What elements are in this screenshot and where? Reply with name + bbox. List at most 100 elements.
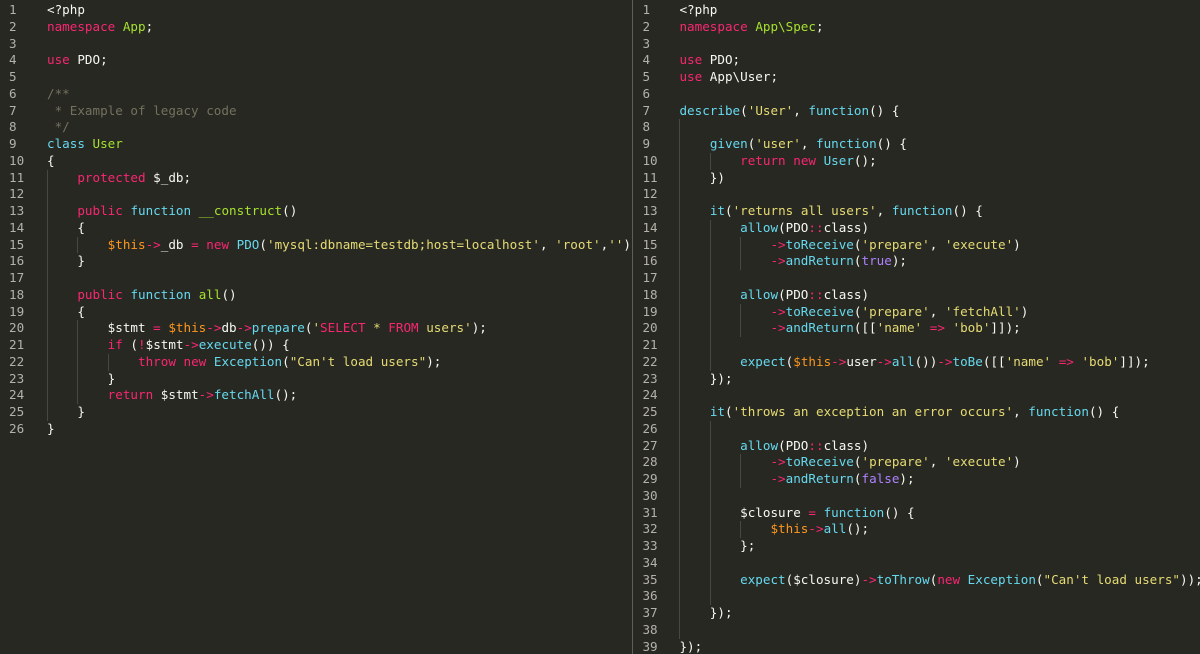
code-text[interactable]: return $stmt->fetchAll();: [47, 387, 298, 404]
code-line[interactable]: 36: [633, 588, 1200, 605]
code-text[interactable]: {: [47, 220, 85, 237]
code-line[interactable]: 12: [0, 186, 632, 203]
code-line[interactable]: 13 public function __construct(): [0, 203, 632, 220]
code-line[interactable]: 31 $closure = function() {: [633, 505, 1200, 522]
code-line[interactable]: 8: [633, 119, 1200, 136]
code-text[interactable]: $stmt = $this->db->prepare('SELECT * FRO…: [47, 320, 487, 337]
code-line[interactable]: 11 }): [633, 170, 1200, 187]
code-line[interactable]: 26}: [0, 421, 632, 438]
code-text[interactable]: */: [47, 119, 70, 136]
code-text[interactable]: }: [47, 371, 116, 388]
code-line[interactable]: 10 return new User();: [633, 153, 1200, 170]
code-line[interactable]: 29 ->andReturn(false);: [633, 471, 1200, 488]
code-line[interactable]: 19 {: [0, 304, 632, 321]
code-line[interactable]: 4 use PDO;: [0, 52, 632, 69]
code-text[interactable]: });: [679, 371, 733, 388]
code-line[interactable]: 12: [633, 186, 1200, 203]
code-line[interactable]: 5 use App\User;: [633, 69, 1200, 86]
code-text[interactable]: $this->_db = new PDO('mysql:dbname=testd…: [47, 237, 633, 254]
code-line[interactable]: 28 ->toReceive('prepare', 'execute'): [633, 454, 1200, 471]
code-text[interactable]: public function __construct(): [47, 203, 297, 220]
code-line[interactable]: 23 });: [633, 371, 1200, 388]
code-text[interactable]: <?php: [679, 2, 717, 19]
code-text[interactable]: });: [679, 639, 702, 654]
code-text[interactable]: allow(PDO::class): [679, 287, 869, 304]
code-line[interactable]: 22 throw new Exception("Can't load users…: [0, 354, 632, 371]
code-line[interactable]: 18 allow(PDO::class): [633, 287, 1200, 304]
code-line[interactable]: 22 expect($this->user->all())->toBe([['n…: [633, 354, 1200, 371]
code-text[interactable]: allow(PDO::class): [679, 220, 869, 237]
code-line[interactable]: 16 }: [0, 253, 632, 270]
code-line[interactable]: 25 }: [0, 404, 632, 421]
code-line[interactable]: 17: [0, 270, 632, 287]
code-text[interactable]: namespace App\Spec;: [679, 19, 823, 36]
code-text[interactable]: });: [679, 605, 733, 622]
code-text[interactable]: ->andReturn([['name' => 'bob']]);: [679, 320, 1020, 337]
code-text[interactable]: use App\User;: [679, 69, 778, 86]
code-line[interactable]: 10 {: [0, 153, 632, 170]
code-line[interactable]: 37 });: [633, 605, 1200, 622]
code-line[interactable]: 3: [633, 36, 1200, 53]
code-text[interactable]: }: [47, 253, 85, 270]
code-line[interactable]: 16 ->andReturn(true);: [633, 253, 1200, 270]
code-line[interactable]: 5: [0, 69, 632, 86]
code-text[interactable]: <?php: [47, 2, 85, 19]
code-line[interactable]: 18 public function all(): [0, 287, 632, 304]
code-text[interactable]: use PDO;: [679, 52, 740, 69]
code-line[interactable]: 24: [633, 387, 1200, 404]
code-line[interactable]: 4 use PDO;: [633, 52, 1200, 69]
code-text[interactable]: ->andReturn(false);: [679, 471, 914, 488]
code-text[interactable]: expect($closure)->toThrow(new Exception(…: [679, 572, 1200, 589]
code-text[interactable]: /**: [47, 86, 70, 103]
code-line[interactable]: 35 expect($closure)->toThrow (new Excepti…: [633, 572, 1200, 589]
code-text[interactable]: * Example of legacy code: [47, 103, 237, 120]
code-text[interactable]: if (!$stmt->execute()) {: [47, 337, 290, 354]
code-line[interactable]: 2 namespace App;: [0, 19, 632, 36]
code-line[interactable]: 24 return $stmt->fetchAll();: [0, 387, 632, 404]
code-text[interactable]: public function all(): [47, 287, 236, 304]
code-line[interactable]: 20 ->andReturn([['name' => 'bob']]);: [633, 320, 1200, 337]
left-code-area[interactable]: 1 <?php 2 namespace App; 3 4 use PDO; 5 6 /** 7 * …: [0, 2, 632, 438]
code-line[interactable]: 7 describe('User', function() {: [633, 103, 1200, 120]
code-line[interactable]: 38: [633, 622, 1200, 639]
code-text[interactable]: }: [47, 404, 85, 421]
code-line[interactable]: 34: [633, 555, 1200, 572]
code-line[interactable]: 15 $this->_db = new PDO('mysql:dbname=te…: [0, 237, 632, 254]
code-text[interactable]: class User: [47, 136, 123, 153]
code-line[interactable]: 25 it('throws an exception an error occu…: [633, 404, 1200, 421]
code-line[interactable]: 2 namespace App\Spec;: [633, 19, 1200, 36]
code-text[interactable]: it('throws an exception an error occurs'…: [679, 404, 1120, 421]
code-line[interactable]: 32 $this->all();: [633, 521, 1200, 538]
code-line[interactable]: 27 allow(PDO::class): [633, 438, 1200, 455]
code-text[interactable]: expect($this->user->all())->toBe([['name…: [679, 354, 1150, 371]
right-code-area[interactable]: 1 <?php 2 namespace App\Spec; 3 4 use PDO; 5 use…: [633, 2, 1200, 654]
code-line[interactable]: 33 };: [633, 538, 1200, 555]
code-line[interactable]: 21: [633, 337, 1200, 354]
code-text[interactable]: use PDO;: [47, 52, 108, 69]
code-line[interactable]: 9 given('user', function() {: [633, 136, 1200, 153]
code-line[interactable]: 1 <?php: [0, 2, 632, 19]
code-line[interactable]: 39});: [633, 639, 1200, 654]
code-text[interactable]: ->toReceive('prepare', 'execute'): [679, 454, 1020, 471]
code-line[interactable]: 7 * Example of legacy code: [0, 103, 632, 120]
code-line[interactable]: 14 allow(PDO::class): [633, 220, 1200, 237]
code-text[interactable]: }: [47, 421, 55, 438]
code-line[interactable]: 6 /**: [0, 86, 632, 103]
code-text[interactable]: protected $_db;: [47, 170, 191, 187]
code-text[interactable]: throw new Exception("Can't load users");: [47, 354, 441, 371]
code-line[interactable]: 6: [633, 86, 1200, 103]
code-line[interactable]: 19 ->toReceive('prepare', 'fetchAll'): [633, 304, 1200, 321]
code-line[interactable]: 26: [633, 421, 1200, 438]
code-line[interactable]: 13 it('returns all users', function() {: [633, 203, 1200, 220]
code-line[interactable]: 3: [0, 36, 632, 53]
code-line[interactable]: 23 }: [0, 371, 632, 388]
code-text[interactable]: ->andReturn(true);: [679, 253, 907, 270]
code-text[interactable]: }): [679, 170, 725, 187]
code-line[interactable]: 1 <?php: [633, 2, 1200, 19]
code-text[interactable]: given('user', function() {: [679, 136, 907, 153]
code-line[interactable]: 21 if (!$stmt->execute()) {: [0, 337, 632, 354]
code-text[interactable]: $closure = function() {: [679, 505, 914, 522]
code-line[interactable]: 9 class User: [0, 136, 632, 153]
code-text[interactable]: };: [679, 538, 755, 555]
code-line[interactable]: 17: [633, 270, 1200, 287]
